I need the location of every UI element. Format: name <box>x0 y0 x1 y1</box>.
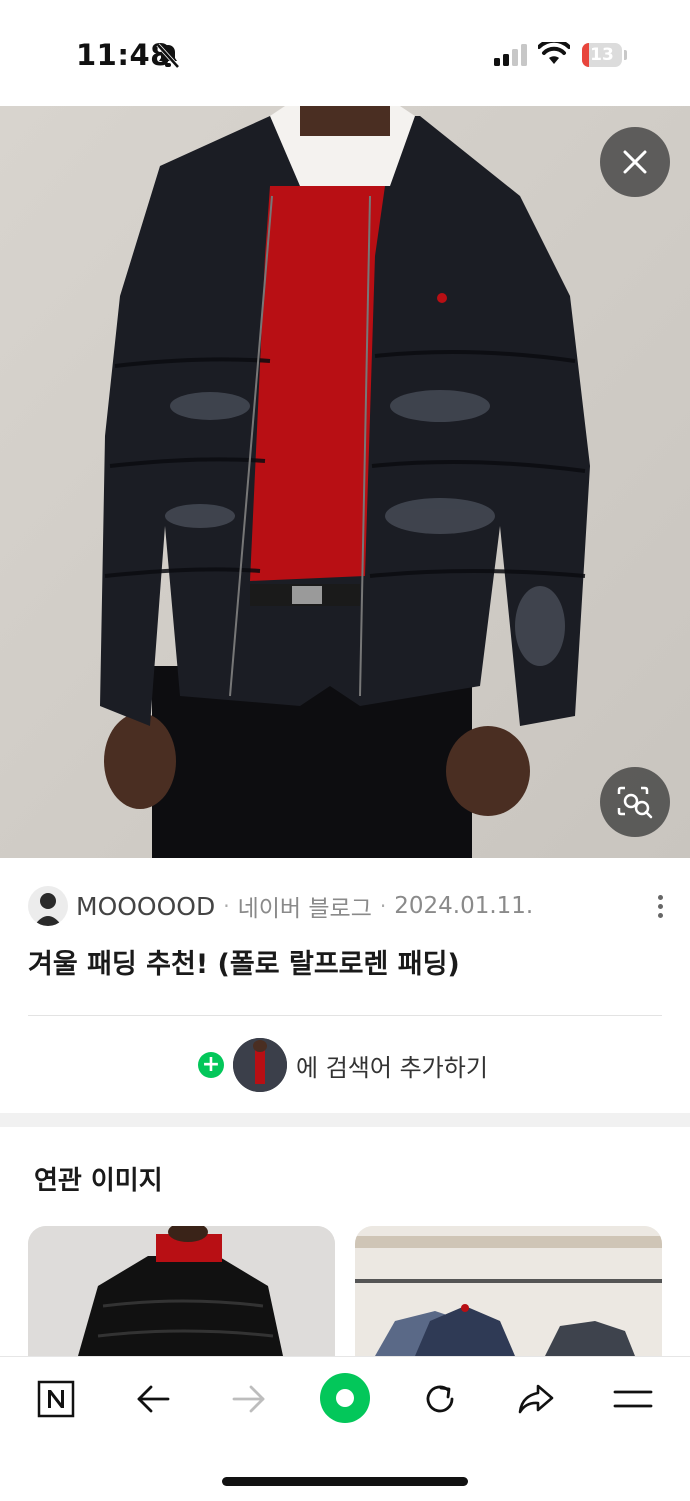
wifi-icon <box>537 38 571 70</box>
battery-icon: 13 <box>582 43 622 67</box>
add-search-term-button[interactable]: + 에 검색어 추가하기 <box>198 1036 488 1094</box>
related-images-title: 연관 이미지 <box>34 1166 163 1196</box>
post-title[interactable]: 겨울 패딩 추천! (폴로 랄프로렌 패딩) <box>28 942 460 981</box>
back-arrow-icon[interactable] <box>130 1376 176 1422</box>
image-search-icon <box>617 786 653 819</box>
plus-icon: + <box>198 1052 224 1078</box>
forward-arrow-icon[interactable] <box>226 1376 272 1422</box>
divider <box>28 1015 662 1016</box>
close-icon <box>623 150 647 174</box>
author-name[interactable]: MOOOOOD <box>76 892 215 921</box>
post-meta: MOOOOOD · 네이버 블로그 · 2024.01.11. <box>28 884 533 928</box>
avatar[interactable] <box>28 886 68 926</box>
post-date: 2024.01.11. <box>394 893 534 919</box>
status-bar: 11:48 13 <box>0 0 690 106</box>
battery-level: 13 <box>590 45 614 65</box>
signal-icon <box>494 44 528 70</box>
refresh-icon[interactable] <box>417 1376 463 1422</box>
close-button[interactable] <box>600 127 670 197</box>
image-search-button[interactable] <box>600 767 670 837</box>
related-image-card[interactable] <box>355 1226 662 1356</box>
image-thumbnail <box>233 1038 287 1092</box>
more-vertical-icon[interactable] <box>648 892 672 922</box>
naver-n-icon[interactable] <box>33 1376 79 1422</box>
section-gap <box>0 1113 690 1127</box>
menu-icon[interactable] <box>610 1376 656 1422</box>
bell-muted-icon <box>156 43 180 73</box>
add-search-label: 에 검색어 추가하기 <box>296 1053 488 1082</box>
related-image-card[interactable] <box>28 1226 335 1356</box>
jacket-photo <box>0 106 690 858</box>
green-dot-icon[interactable] <box>318 1371 372 1425</box>
share-icon[interactable] <box>513 1376 559 1422</box>
home-indicator <box>222 1477 468 1486</box>
main-image[interactable] <box>0 106 690 858</box>
source-name: 네이버 블로그 <box>237 896 372 922</box>
